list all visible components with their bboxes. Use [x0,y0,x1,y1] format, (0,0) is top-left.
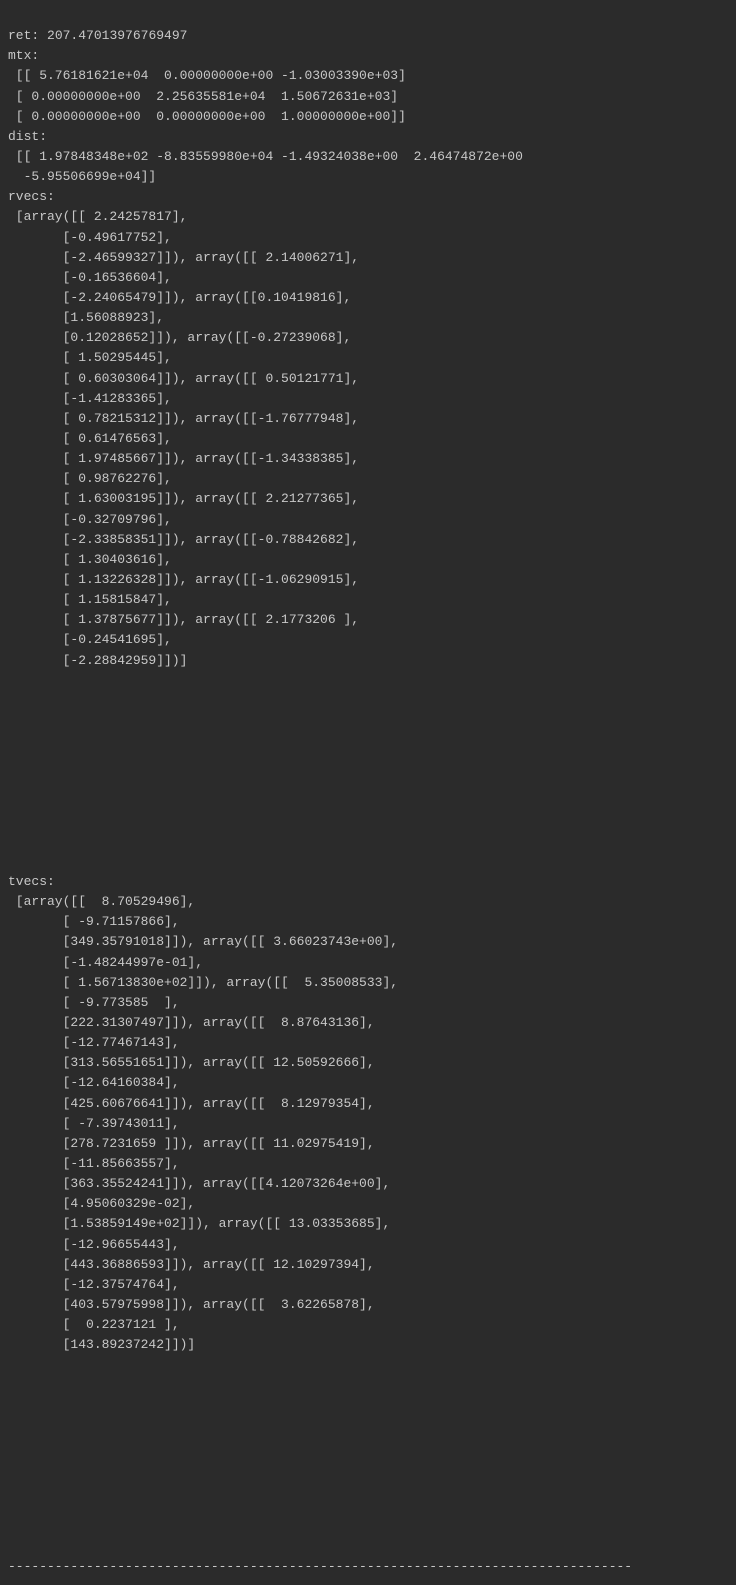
rvecs-line: [-0.32709796], [8,512,172,527]
tvecs-line: [-12.64160384], [8,1075,180,1090]
tvecs-line: [313.56551651]]), array([[ 12.50592666], [8,1055,375,1070]
rvecs-line: [ 1.13226328]]), array([[-1.06290915], [8,572,359,587]
separator-line: ----------------------------------------… [8,1559,632,1574]
tvecs-line: [443.36886593]]), array([[ 12.10297394], [8,1257,375,1272]
rvecs-line: [-2.24065479]]), array([[0.10419816], [8,290,351,305]
rvecs-line: [0.12028652]]), array([[-0.27239068], [8,330,351,345]
rvecs-line: [ 1.30403616], [8,552,172,567]
rvecs-line: [ 1.37875677]]), array([[ 2.1773206 ], [8,612,359,627]
tvecs-line: [-1.48244997e-01], [8,955,203,970]
rvecs-line: [ 0.60303064]]), array([[ 0.50121771], [8,371,359,386]
tvecs-line: [-11.85663557], [8,1156,180,1171]
tvecs-line: [222.31307497]]), array([[ 8.87643136], [8,1015,375,1030]
rvecs-line: [ 0.61476563], [8,431,172,446]
tvecs-line: [363.35524241]]), array([[4.12073264e+00… [8,1176,390,1191]
tvecs-line: [ -9.773585 ], [8,995,180,1010]
tvecs-line: [-12.96655443], [8,1237,180,1252]
rvecs-line: [ 0.98762276], [8,471,172,486]
rvecs-line: [-0.49617752], [8,230,172,245]
terminal-output[interactable]: ret: 207.47013976769497 mtx: [[ 5.761816… [0,0,736,1585]
tvecs-line: [143.89237242]])] [8,1337,195,1352]
rvecs-line: [ 1.97485667]]), array([[-1.34338385], [8,451,359,466]
rvecs-line: [1.56088923], [8,310,164,325]
dist-row: -5.95506699e+04]] [8,169,156,184]
tvecs-line: [array([[ 8.70529496], [8,894,195,909]
tvecs-line: [4.95060329e-02], [8,1196,195,1211]
rvecs-line: [ 0.78215312]]), array([[-1.76777948], [8,411,359,426]
rvecs-line: [-0.24541695], [8,632,172,647]
tvecs-line: [ -7.39743011], [8,1116,180,1131]
rvecs-label-line: rvecs: [8,189,55,204]
tvecs-line: [1.53859149e+02]]), array([[ 13.03353685… [8,1216,390,1231]
tvecs-label-line: tvecs: [8,874,55,889]
mtx-row: [ 0.00000000e+00 0.00000000e+00 1.000000… [8,109,406,124]
rvecs-line: [-2.28842959]])] [8,653,187,668]
mtx-row: [[ 5.76181621e+04 0.00000000e+00 -1.0300… [8,68,406,83]
tvecs-line: [349.35791018]]), array([[ 3.66023743e+0… [8,934,398,949]
rvecs-line: [-2.33858351]]), array([[-0.78842682], [8,532,359,547]
rvecs-line: [ 1.15815847], [8,592,172,607]
rvecs-line: [-0.16536604], [8,270,172,285]
tvecs-line: [403.57975998]]), array([[ 3.62265878], [8,1297,375,1312]
rvecs-line: [array([[ 2.24257817], [8,209,187,224]
tvecs-line: [-12.77467143], [8,1035,180,1050]
rvecs-line: [-2.46599327]]), array([[ 2.14006271], [8,250,359,265]
tvecs-line: [ 1.56713830e+02]]), array([[ 5.35008533… [8,975,398,990]
rvecs-line: [-1.41283365], [8,391,172,406]
mtx-label-line: mtx: [8,48,39,63]
ret-line: ret: 207.47013976769497 [8,28,187,43]
rvecs-line: [ 1.50295445], [8,350,172,365]
mtx-row: [ 0.00000000e+00 2.25635581e+04 1.506726… [8,89,398,104]
ret-label: ret: [8,28,39,43]
tvecs-line: [ -9.71157866], [8,914,180,929]
tvecs-line: [278.7231659 ]]), array([[ 11.02975419], [8,1136,375,1151]
tvecs-line: [425.60676641]]), array([[ 8.12979354], [8,1096,375,1111]
tvecs-line: [-12.37574764], [8,1277,180,1292]
dist-row: [[ 1.97848348e+02 -8.83559980e+04 -1.493… [8,149,523,164]
rvecs-line: [ 1.63003195]]), array([[ 2.21277365], [8,491,359,506]
tvecs-line: [ 0.2237121 ], [8,1317,180,1332]
ret-value: 207.47013976769497 [47,28,187,43]
dist-label-line: dist: [8,129,47,144]
